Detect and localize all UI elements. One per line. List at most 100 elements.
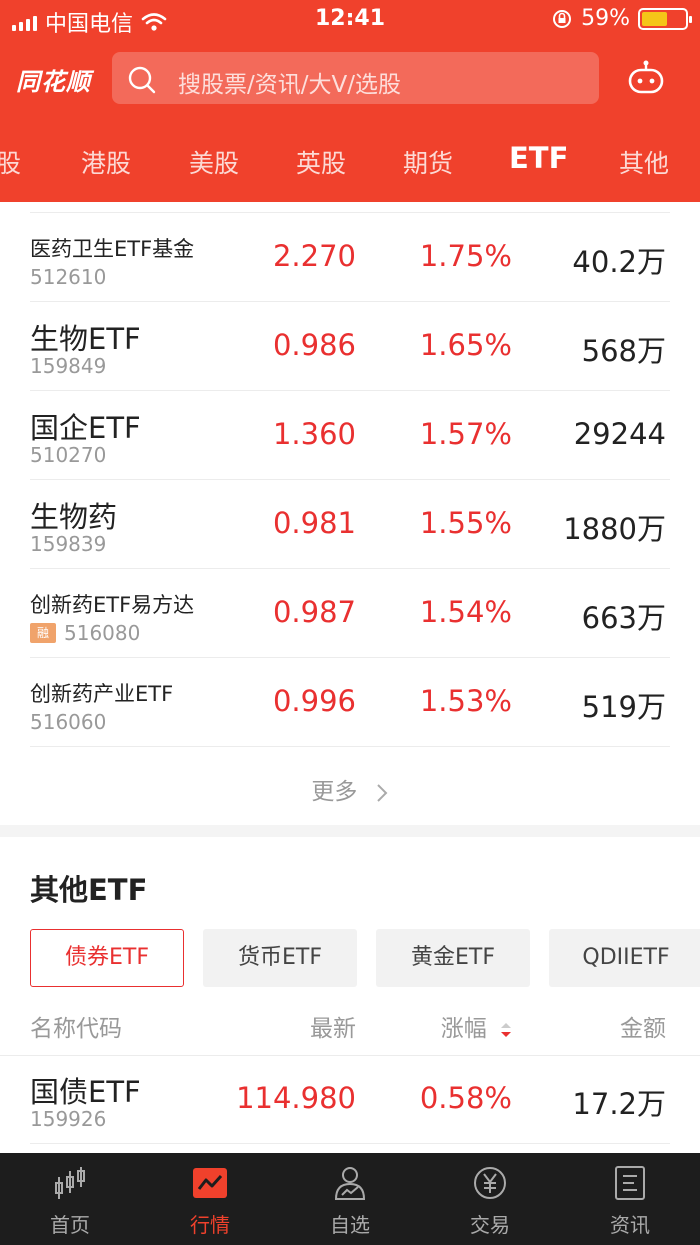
etf-change: 1.65%	[419, 328, 512, 362]
status-bar: 中国电信 12:41 59%	[0, 0, 700, 40]
column-header-name: 名称代码	[30, 1016, 122, 1042]
etf-amount: 568万	[581, 334, 666, 368]
etf-name: 生物ETF	[30, 322, 141, 356]
etf-code: 516080	[64, 621, 141, 645]
chevron-right-icon	[376, 783, 388, 802]
etf-name: 创新药ETF易方达	[30, 593, 195, 617]
sort-desc-icon	[501, 1022, 511, 1037]
etf-code-wrap: 516060	[30, 710, 106, 734]
etf-code-wrap: 159849	[30, 354, 106, 378]
rotation-lock-icon	[553, 9, 572, 28]
column-header-change-label: 涨幅	[440, 1016, 487, 1042]
market-chart-icon	[193, 1168, 227, 1198]
nav-market-label: 行情	[190, 1213, 230, 1237]
tab-futures[interactable]: 期货	[403, 144, 453, 180]
etf-code: 510270	[30, 443, 107, 467]
nav-news[interactable]: 资讯	[560, 1153, 700, 1245]
etf-code: 512610	[30, 265, 107, 289]
etf-name: 医药卫生ETF基金	[30, 237, 195, 261]
etf-amount: 17.2万	[572, 1087, 666, 1121]
yuan-icon	[474, 1167, 506, 1199]
nav-news-label: 资讯	[610, 1213, 650, 1237]
search-placeholder: 搜股票/资讯/大V/选股	[178, 72, 401, 98]
etf-change: 1.53%	[419, 684, 512, 718]
news-icon	[615, 1166, 645, 1200]
etf-amount: 519万	[581, 690, 666, 724]
etf-row[interactable]: 创新药产业ETF 516060 0.996 1.53% 519万	[30, 658, 670, 747]
etf-price: 114.980	[236, 1081, 356, 1115]
battery-percent: 59%	[581, 6, 630, 31]
nav-trade[interactable]: 交易	[420, 1153, 560, 1245]
etf-name: 生物药	[30, 500, 118, 534]
etf-code: 159926	[30, 1107, 107, 1131]
subtab-qdii-etf[interactable]: QDIIETF	[549, 929, 700, 987]
nav-trade-label: 交易	[470, 1213, 510, 1237]
etf-price: 0.996	[272, 684, 356, 718]
etf-code-wrap: 159839	[30, 532, 106, 556]
subtab-gold-etf[interactable]: 黄金ETF	[376, 929, 530, 987]
etf-name: 国债ETF	[30, 1075, 141, 1109]
more-link[interactable]: 更多	[0, 772, 700, 806]
table-row[interactable]: 国债ETF 159926 114.980 0.58% 17.2万	[30, 1055, 670, 1144]
tab-us-stocks[interactable]: 美股	[189, 144, 239, 180]
etf-name: 国企ETF	[30, 411, 141, 445]
robot-assistant-icon[interactable]	[626, 60, 666, 96]
app-logo: 同花顺	[16, 68, 91, 96]
battery-icon	[638, 7, 692, 30]
nav-watchlist-label: 自选	[330, 1213, 370, 1237]
tab-a-shares[interactable]: 股	[0, 144, 21, 180]
etf-change: 1.57%	[419, 417, 512, 451]
etf-change: 1.75%	[419, 239, 512, 273]
etf-row[interactable]: 国企ETF 510270 1.360 1.57% 29244	[30, 391, 670, 480]
app-header: 同花顺 搜股票/资讯/大V/选股	[0, 40, 700, 120]
etf-change: 0.58%	[419, 1081, 512, 1115]
etf-row[interactable]: 生物药 159839 0.981 1.55% 1880万	[30, 480, 670, 569]
candlestick-icon	[55, 1167, 85, 1199]
etf-code: 516060	[30, 710, 107, 734]
status-right: 59%	[551, 6, 692, 31]
margin-badge: 融	[30, 623, 56, 643]
nav-watchlist[interactable]: 自选	[280, 1153, 420, 1245]
subtab-money-etf[interactable]: 货币ETF	[203, 929, 357, 987]
etf-amount: 663万	[581, 601, 666, 635]
column-header-change[interactable]: 涨幅	[441, 1009, 512, 1043]
etf-amount: 1880万	[563, 512, 666, 546]
more-label: 更多	[311, 779, 358, 805]
etf-code-wrap: 512610	[30, 265, 106, 289]
bottom-nav: 首页 行情 自选 交易 资讯	[0, 1153, 700, 1245]
etf-price: 1.360	[272, 417, 356, 451]
etf-row[interactable]: 医药卫生ETF基金 512610 2.270 1.75% 40.2万	[30, 213, 670, 302]
subtab-bond-etf[interactable]: 债券ETF	[30, 929, 184, 987]
etf-code: 159849	[30, 354, 107, 378]
column-header-amount[interactable]: 金额	[620, 1009, 666, 1043]
etf-name: 创新药产业ETF	[30, 682, 174, 706]
etf-amount: 40.2万	[572, 245, 666, 279]
etf-price: 0.987	[272, 595, 356, 629]
etf-list-card: 医药卫生ETF基金 512610 2.270 1.75% 40.2万 生物ETF…	[0, 202, 700, 825]
etf-code: 159839	[30, 532, 107, 556]
other-etf-card: 其他ETF 债券ETF 货币ETF 黄金ETF QDIIETF 名称代码 最新 …	[0, 837, 700, 1157]
etf-price: 0.981	[272, 506, 356, 540]
section-title: 其他ETF	[30, 873, 148, 907]
etf-code-wrap: 510270	[30, 443, 106, 467]
etf-code-wrap: 融 516080	[30, 621, 140, 645]
tab-uk-stocks[interactable]: 英股	[296, 144, 346, 180]
etf-price: 0.986	[272, 328, 356, 362]
market-tabs: 股 港股 美股 英股 期货 ETF 其他	[0, 120, 700, 202]
etf-row[interactable]: 生物ETF 159849 0.986 1.65% 568万	[30, 302, 670, 391]
person-chart-icon	[334, 1167, 366, 1200]
etf-change: 1.55%	[419, 506, 512, 540]
search-bar[interactable]: 搜股票/资讯/大V/选股	[112, 52, 599, 104]
column-header-price[interactable]: 最新	[310, 1009, 356, 1043]
etf-price: 2.270	[272, 239, 356, 273]
nav-home[interactable]: 首页	[0, 1153, 140, 1245]
tab-hk-stocks[interactable]: 港股	[81, 144, 131, 180]
nav-market[interactable]: 行情	[140, 1153, 280, 1245]
nav-home-label: 首页	[50, 1213, 90, 1237]
search-icon	[128, 66, 156, 94]
etf-amount: 29244	[573, 417, 666, 451]
tab-etf[interactable]: ETF	[509, 141, 568, 175]
tab-other[interactable]: 其他	[619, 144, 669, 180]
etf-row[interactable]: 创新药ETF易方达 融 516080 0.987 1.54% 663万	[30, 569, 670, 658]
etf-change: 1.54%	[419, 595, 512, 629]
